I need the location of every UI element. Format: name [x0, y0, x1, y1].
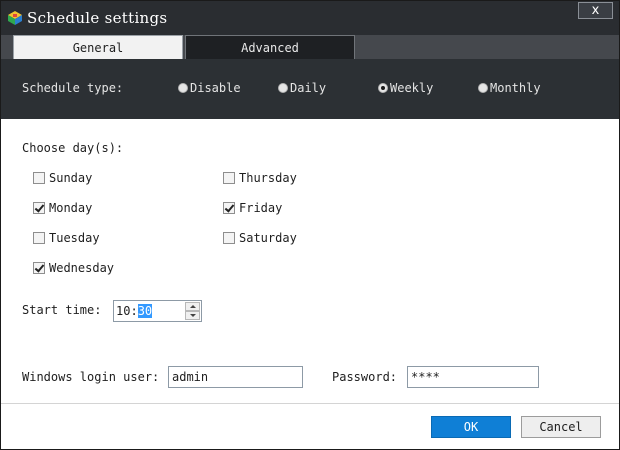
checkbox-checked-icon [223, 202, 235, 214]
dialog-footer: OK Cancel [1, 404, 619, 449]
window-title: Schedule settings [27, 9, 168, 27]
radio-weekly-label: Weekly [390, 81, 434, 95]
cancel-button[interactable]: Cancel [521, 416, 601, 438]
checkbox-icon [33, 172, 45, 184]
radio-disable-label: Disable [190, 81, 241, 95]
radio-circle-icon [278, 83, 288, 93]
login-user-input[interactable] [168, 366, 303, 388]
checkbox-sunday[interactable]: Sunday [33, 171, 92, 185]
schedule-type-bar: Schedule type: Disable Daily Weekly Mont… [1, 59, 619, 119]
checkbox-icon [33, 232, 45, 244]
checkbox-friday[interactable]: Friday [223, 201, 282, 215]
checkbox-monday[interactable]: Monday [33, 201, 92, 215]
radio-circle-icon [178, 83, 188, 93]
checkbox-icon [223, 172, 235, 184]
radio-monthly[interactable]: Monthly [478, 81, 541, 95]
choose-days-label: Choose day(s): [22, 141, 124, 155]
start-time-value: 10:30 [116, 304, 153, 318]
radio-daily-label: Daily [290, 81, 327, 95]
checkbox-thursday-label: Thursday [239, 171, 297, 185]
radio-daily[interactable]: Daily [278, 81, 326, 95]
checkbox-friday-label: Friday [239, 201, 283, 215]
schedule-settings-dialog: Schedule settings x General Advanced Sch… [0, 0, 620, 450]
checkbox-checked-icon [33, 202, 45, 214]
close-button[interactable]: x [578, 2, 613, 19]
tab-strip: General Advanced [1, 35, 619, 59]
checkbox-tuesday-label: Tuesday [49, 231, 100, 245]
login-user-label: Windows login user: [22, 370, 160, 384]
checkbox-sunday-label: Sunday [49, 171, 93, 185]
radio-disable[interactable]: Disable [178, 81, 241, 95]
title-bar: Schedule settings x [1, 1, 619, 35]
password-input[interactable] [407, 366, 539, 388]
app-logo-icon [8, 11, 22, 25]
checkbox-thursday[interactable]: Thursday [223, 171, 297, 185]
start-time-minute-selected: 30 [137, 304, 153, 318]
password-label: Password: [332, 370, 398, 384]
radio-monthly-label: Monthly [490, 81, 541, 95]
start-time-hour: 10: [116, 304, 138, 318]
checkbox-tuesday[interactable]: Tuesday [33, 231, 100, 245]
settings-panel: Choose day(s): Sunday Monday Tuesday Wed… [1, 119, 619, 404]
tab-advanced[interactable]: Advanced [185, 35, 355, 59]
radio-weekly[interactable]: Weekly [378, 81, 433, 95]
radio-selected-icon [378, 83, 388, 93]
spin-down-icon[interactable] [185, 311, 200, 320]
checkbox-wednesday-label: Wednesday [49, 261, 115, 275]
start-time-input[interactable]: 10:30 [113, 300, 202, 322]
checkbox-icon [223, 232, 235, 244]
checkbox-checked-icon [33, 262, 45, 274]
start-time-label: Start time: [22, 303, 102, 317]
tab-general[interactable]: General [13, 35, 183, 59]
schedule-type-label: Schedule type: [22, 81, 124, 95]
checkbox-wednesday[interactable]: Wednesday [33, 261, 114, 275]
checkbox-saturday[interactable]: Saturday [223, 231, 297, 245]
spin-up-icon[interactable] [185, 302, 200, 311]
radio-circle-icon [478, 83, 488, 93]
checkbox-saturday-label: Saturday [239, 231, 297, 245]
ok-button[interactable]: OK [431, 416, 511, 438]
checkbox-monday-label: Monday [49, 201, 93, 215]
